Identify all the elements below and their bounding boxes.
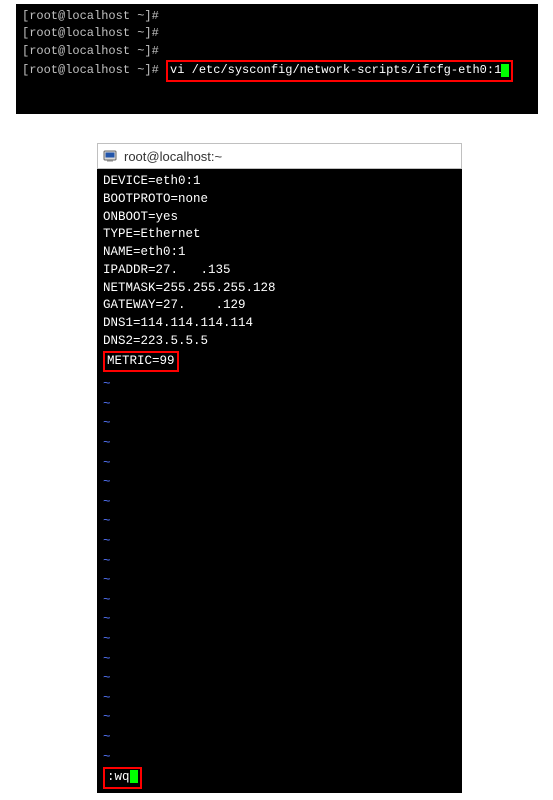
redacted-text: xxx [178,263,201,277]
config-line-ipaddr: IPADDR=27.xxx.135 [103,262,456,280]
ipaddr-prefix: IPADDR=27. [103,263,178,277]
cursor-icon [501,64,509,77]
vi-command-line[interactable]: :wq [103,767,456,789]
vi-tilde: ~ [103,653,456,666]
config-line-gateway: GATEWAY=27.xxxx.129 [103,297,456,315]
putty-icon [102,148,118,164]
vi-tilde: ~ [103,711,456,724]
wq-command-highlight: :wq [103,767,142,789]
vi-tilde: ~ [103,535,456,548]
config-line-bootproto: BOOTPROTO=none [103,191,456,209]
config-line-dns2: DNS2=223.5.5.5 [103,333,456,351]
shell-prompt: [root@localhost ~]# [22,63,159,77]
prompt-line-1: [root@localhost ~]# [22,8,532,25]
prompt-line-3: [root@localhost ~]# [22,43,532,60]
config-line-metric: METRIC=99 [103,351,456,373]
window-title-bar: root@localhost:~ [97,143,462,169]
vi-editor-window[interactable]: DEVICE=eth0:1 BOOTPROTO=none ONBOOT=yes … [97,169,462,793]
netmask-mid: 255. [193,281,223,295]
vi-tilde: ~ [103,555,456,568]
config-line-onboot: ONBOOT=yes [103,209,456,227]
vi-tilde: ~ [103,731,456,744]
vi-tilde: ~ [103,378,456,391]
redacted-text: xxxx [186,298,216,312]
shell-prompt: [root@localhost ~]# [22,9,159,23]
vi-tilde: ~ [103,476,456,489]
netmask-prefix: NETMASK=255. [103,281,193,295]
config-line-name: NAME=eth0:1 [103,244,456,262]
vi-command-text[interactable]: vi /etc/sysconfig/network-scripts/ifcfg-… [170,63,501,77]
terminal-command-window: [root@localhost ~]# [root@localhost ~]# … [16,4,538,114]
vi-wq-command: wq [115,770,130,784]
gateway-prefix: GATEWAY=27. [103,298,186,312]
vi-tilde: ~ [103,751,456,764]
config-line-netmask: NETMASK=255.255.255.128 [103,280,456,298]
vi-tilde: ~ [103,574,456,587]
vi-tilde: ~ [103,613,456,626]
vi-command-highlight: vi /etc/sysconfig/network-scripts/ifcfg-… [166,60,513,81]
vi-tilde: ~ [103,692,456,705]
prompt-line-4: [root@localhost ~]# vi /etc/sysconfig/ne… [22,60,532,81]
vi-tilde: ~ [103,672,456,685]
netmask-suffix: 255.128 [223,281,276,295]
vi-tilde: ~ [103,437,456,450]
config-line-type: TYPE=Ethernet [103,226,456,244]
gateway-suffix: .129 [216,298,246,312]
vi-tilde: ~ [103,515,456,528]
ipaddr-suffix: .135 [201,263,231,277]
shell-prompt: [root@localhost ~]# [22,26,159,40]
config-line-device: DEVICE=eth0:1 [103,173,456,191]
vi-tilde: ~ [103,594,456,607]
shell-prompt: [root@localhost ~]# [22,44,159,58]
prompt-line-2: [root@localhost ~]# [22,25,532,42]
cursor-icon [130,770,138,783]
editor-content: DEVICE=eth0:1 BOOTPROTO=none ONBOOT=yes … [103,173,456,372]
vi-colon: : [107,770,115,784]
window-title-text: root@localhost:~ [124,149,222,164]
metric-highlight: METRIC=99 [103,351,179,373]
vi-tilde: ~ [103,398,456,411]
vi-tilde: ~ [103,633,456,646]
vi-tilde: ~ [103,496,456,509]
config-line-dns1: DNS1=114.114.114.114 [103,315,456,333]
vi-tilde: ~ [103,457,456,470]
vi-empty-lines: ~ ~ ~ ~ ~ ~ ~ ~ ~ ~ ~ ~ ~ ~ ~ ~ ~ ~ ~ ~ [103,372,456,767]
vi-tilde: ~ [103,417,456,430]
